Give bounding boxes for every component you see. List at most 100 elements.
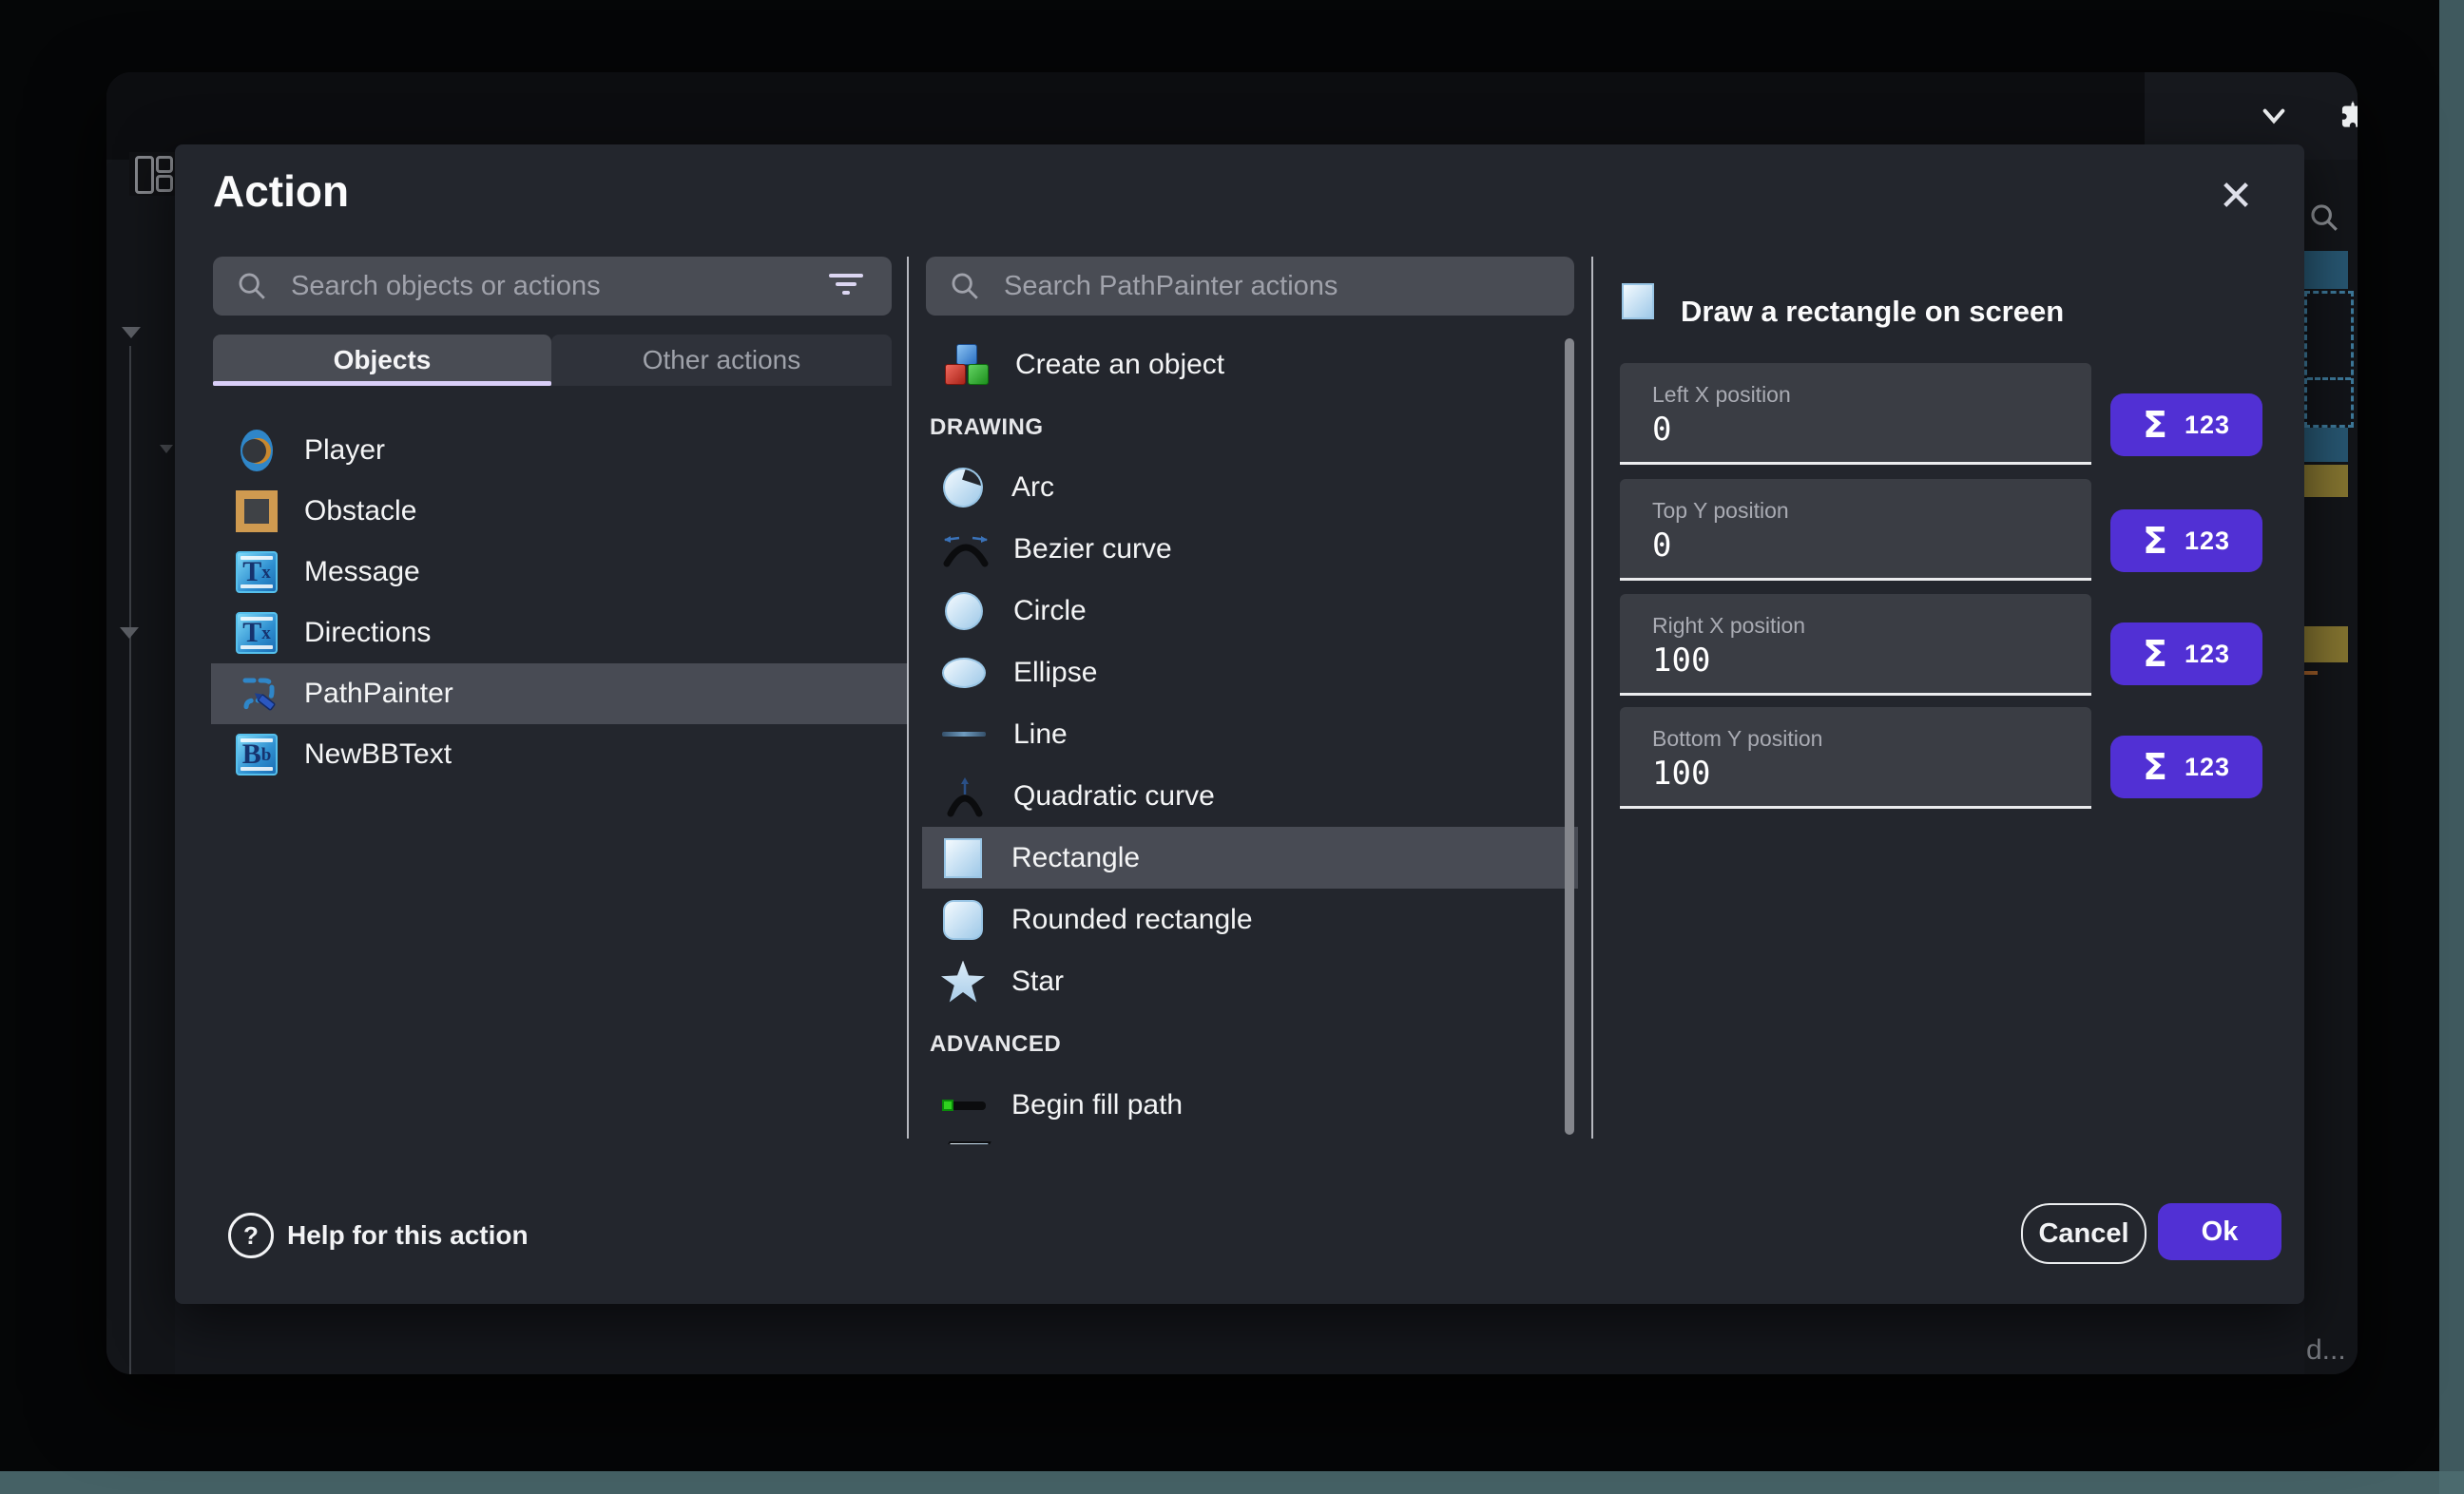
field-value[interactable]: 0	[1652, 411, 1671, 449]
panel-divider	[1591, 257, 1593, 1139]
search-icon	[949, 270, 981, 302]
tab-other-actions[interactable]: Other actions	[551, 335, 892, 386]
tab-objects[interactable]: Objects	[213, 335, 551, 386]
object-label: NewBBText	[304, 738, 452, 771]
action-label: Circle	[1013, 595, 1087, 627]
quadratic-curve-icon	[943, 776, 987, 817]
action-row-rounded-rectangle[interactable]: Rounded rectangle	[922, 889, 1578, 950]
fold-arrow-small-icon[interactable]	[160, 445, 173, 453]
event-tick	[2304, 671, 2318, 675]
event-block-comment	[2304, 465, 2348, 497]
rounded-rectangle-icon	[943, 900, 983, 940]
numbers-label: 123	[2185, 527, 2230, 556]
create-object-icon	[943, 344, 989, 386]
field-value[interactable]: 100	[1652, 642, 1710, 680]
tab-label: Other actions	[643, 345, 801, 375]
expression-builder-button[interactable]: Σ 123	[2110, 622, 2262, 685]
pathpainter-icon	[236, 672, 279, 716]
top-y-position-field[interactable]: Top Y position 0	[1620, 479, 2091, 581]
action-row-star[interactable]: Star	[922, 950, 1578, 1012]
action-label: Rectangle	[1011, 842, 1140, 874]
sigma-icon: Σ	[2143, 404, 2167, 446]
bottom-y-position-field[interactable]: Bottom Y position 100	[1620, 707, 2091, 809]
search-icon[interactable]	[2308, 201, 2340, 234]
screen: Home NewScene × NewScene (Events) × Unti…	[0, 0, 2464, 1494]
action-row-clipped[interactable]	[922, 1136, 1578, 1144]
ok-button[interactable]: Ok	[2158, 1203, 2281, 1260]
panel-toggle-backplate	[129, 152, 175, 196]
object-row-obstacle[interactable]: Obstacle	[211, 481, 908, 542]
field-value[interactable]: 0	[1652, 527, 1671, 565]
filter-icon[interactable]	[829, 274, 863, 298]
action-label: Begin fill path	[1011, 1089, 1183, 1121]
event-block	[2304, 428, 2348, 462]
cancel-button[interactable]: Cancel	[2021, 1203, 2146, 1264]
action-label: Create an object	[1015, 349, 1224, 381]
action-row-rectangle[interactable]: Rectangle	[922, 827, 1578, 889]
objects-search-input[interactable]: Search objects or actions	[213, 257, 892, 316]
action-row-ellipse[interactable]: Ellipse	[922, 642, 1578, 703]
sigma-icon: Σ	[2143, 633, 2167, 675]
event-drop-outline	[2304, 291, 2354, 428]
action-sentence: Draw a rectangle on screen	[1681, 295, 2064, 329]
action-label: Rounded rectangle	[1011, 904, 1253, 936]
action-label: Bezier curve	[1013, 533, 1172, 565]
object-row-player[interactable]: Player	[211, 420, 908, 481]
app-window: Home NewScene × NewScene (Events) × Unti…	[106, 72, 2358, 1374]
chevron-down-icon[interactable]	[2259, 101, 2289, 131]
help-link[interactable]: Help for this action	[287, 1220, 529, 1251]
object-row-message[interactable]: Tx Message	[211, 542, 908, 603]
event-block-comment	[2304, 626, 2348, 662]
expression-builder-button[interactable]: Σ 123	[2110, 509, 2262, 572]
end-fill-path-icon	[940, 1141, 991, 1144]
obstacle-icon	[236, 490, 278, 532]
action-row-bezier-curve[interactable]: Bezier curve	[922, 518, 1578, 580]
action-row-circle[interactable]: Circle	[922, 580, 1578, 642]
player-icon	[236, 430, 278, 471]
expression-builder-button[interactable]: Σ 123	[2110, 736, 2262, 798]
object-row-directions[interactable]: Tx Directions	[211, 603, 908, 663]
sigma-icon: Σ	[2143, 520, 2167, 562]
actions-scrollbar[interactable]	[1565, 338, 1574, 1135]
object-row-newbbtext[interactable]: Bb NewBBText	[211, 724, 908, 785]
bbtext-icon: Bb	[236, 734, 278, 776]
action-row-quadratic-curve[interactable]: Quadratic curve	[922, 765, 1578, 827]
layout-panels-icon[interactable]	[135, 156, 154, 194]
field-label: Left X position	[1652, 382, 1791, 408]
action-row-create-object[interactable]: Create an object	[922, 335, 1578, 395]
events-editor-left-edge	[106, 160, 175, 1374]
events-editor-right-edge: d...	[2304, 160, 2358, 1374]
action-row-line[interactable]: Line	[922, 703, 1578, 765]
text-object-icon: Tx	[236, 551, 278, 593]
object-label: PathPainter	[304, 678, 453, 710]
ellipse-icon	[942, 658, 986, 688]
rectangle-icon	[944, 838, 982, 878]
actions-search-input[interactable]: Search PathPainter actions	[926, 257, 1574, 316]
help-icon[interactable]: ?	[228, 1213, 274, 1258]
fold-arrow-icon[interactable]	[122, 327, 141, 338]
object-row-pathpainter[interactable]: PathPainter	[211, 663, 908, 724]
line-icon	[942, 732, 986, 737]
panel-divider	[907, 257, 909, 1139]
search-placeholder: Search objects or actions	[291, 271, 601, 302]
fold-arrow-icon[interactable]	[120, 627, 139, 639]
field-label: Right X position	[1652, 613, 1805, 639]
event-tree-line	[129, 346, 131, 1374]
clipped-background-text: d...	[2306, 1334, 2346, 1367]
action-label: Arc	[1011, 471, 1054, 504]
dialog-title: Action	[213, 165, 349, 217]
action-row-begin-fill-path[interactable]: Begin fill path	[922, 1074, 1578, 1136]
event-block	[2304, 251, 2348, 289]
sigma-icon: Σ	[2143, 746, 2167, 788]
field-label: Bottom Y position	[1652, 726, 1822, 752]
extensions-puzzle-icon[interactable]	[2335, 97, 2358, 133]
expression-builder-button[interactable]: Σ 123	[2110, 393, 2262, 456]
field-value[interactable]: 100	[1652, 755, 1710, 793]
action-label: Ellipse	[1013, 657, 1097, 689]
right-x-position-field[interactable]: Right X position 100	[1620, 594, 2091, 696]
desktop-edge	[2439, 0, 2464, 1494]
begin-fill-path-icon	[942, 1098, 986, 1113]
action-row-arc[interactable]: Arc	[922, 456, 1578, 518]
left-x-position-field[interactable]: Left X position 0	[1620, 363, 2091, 465]
dialog-close-icon[interactable]: ✕	[2207, 167, 2264, 224]
